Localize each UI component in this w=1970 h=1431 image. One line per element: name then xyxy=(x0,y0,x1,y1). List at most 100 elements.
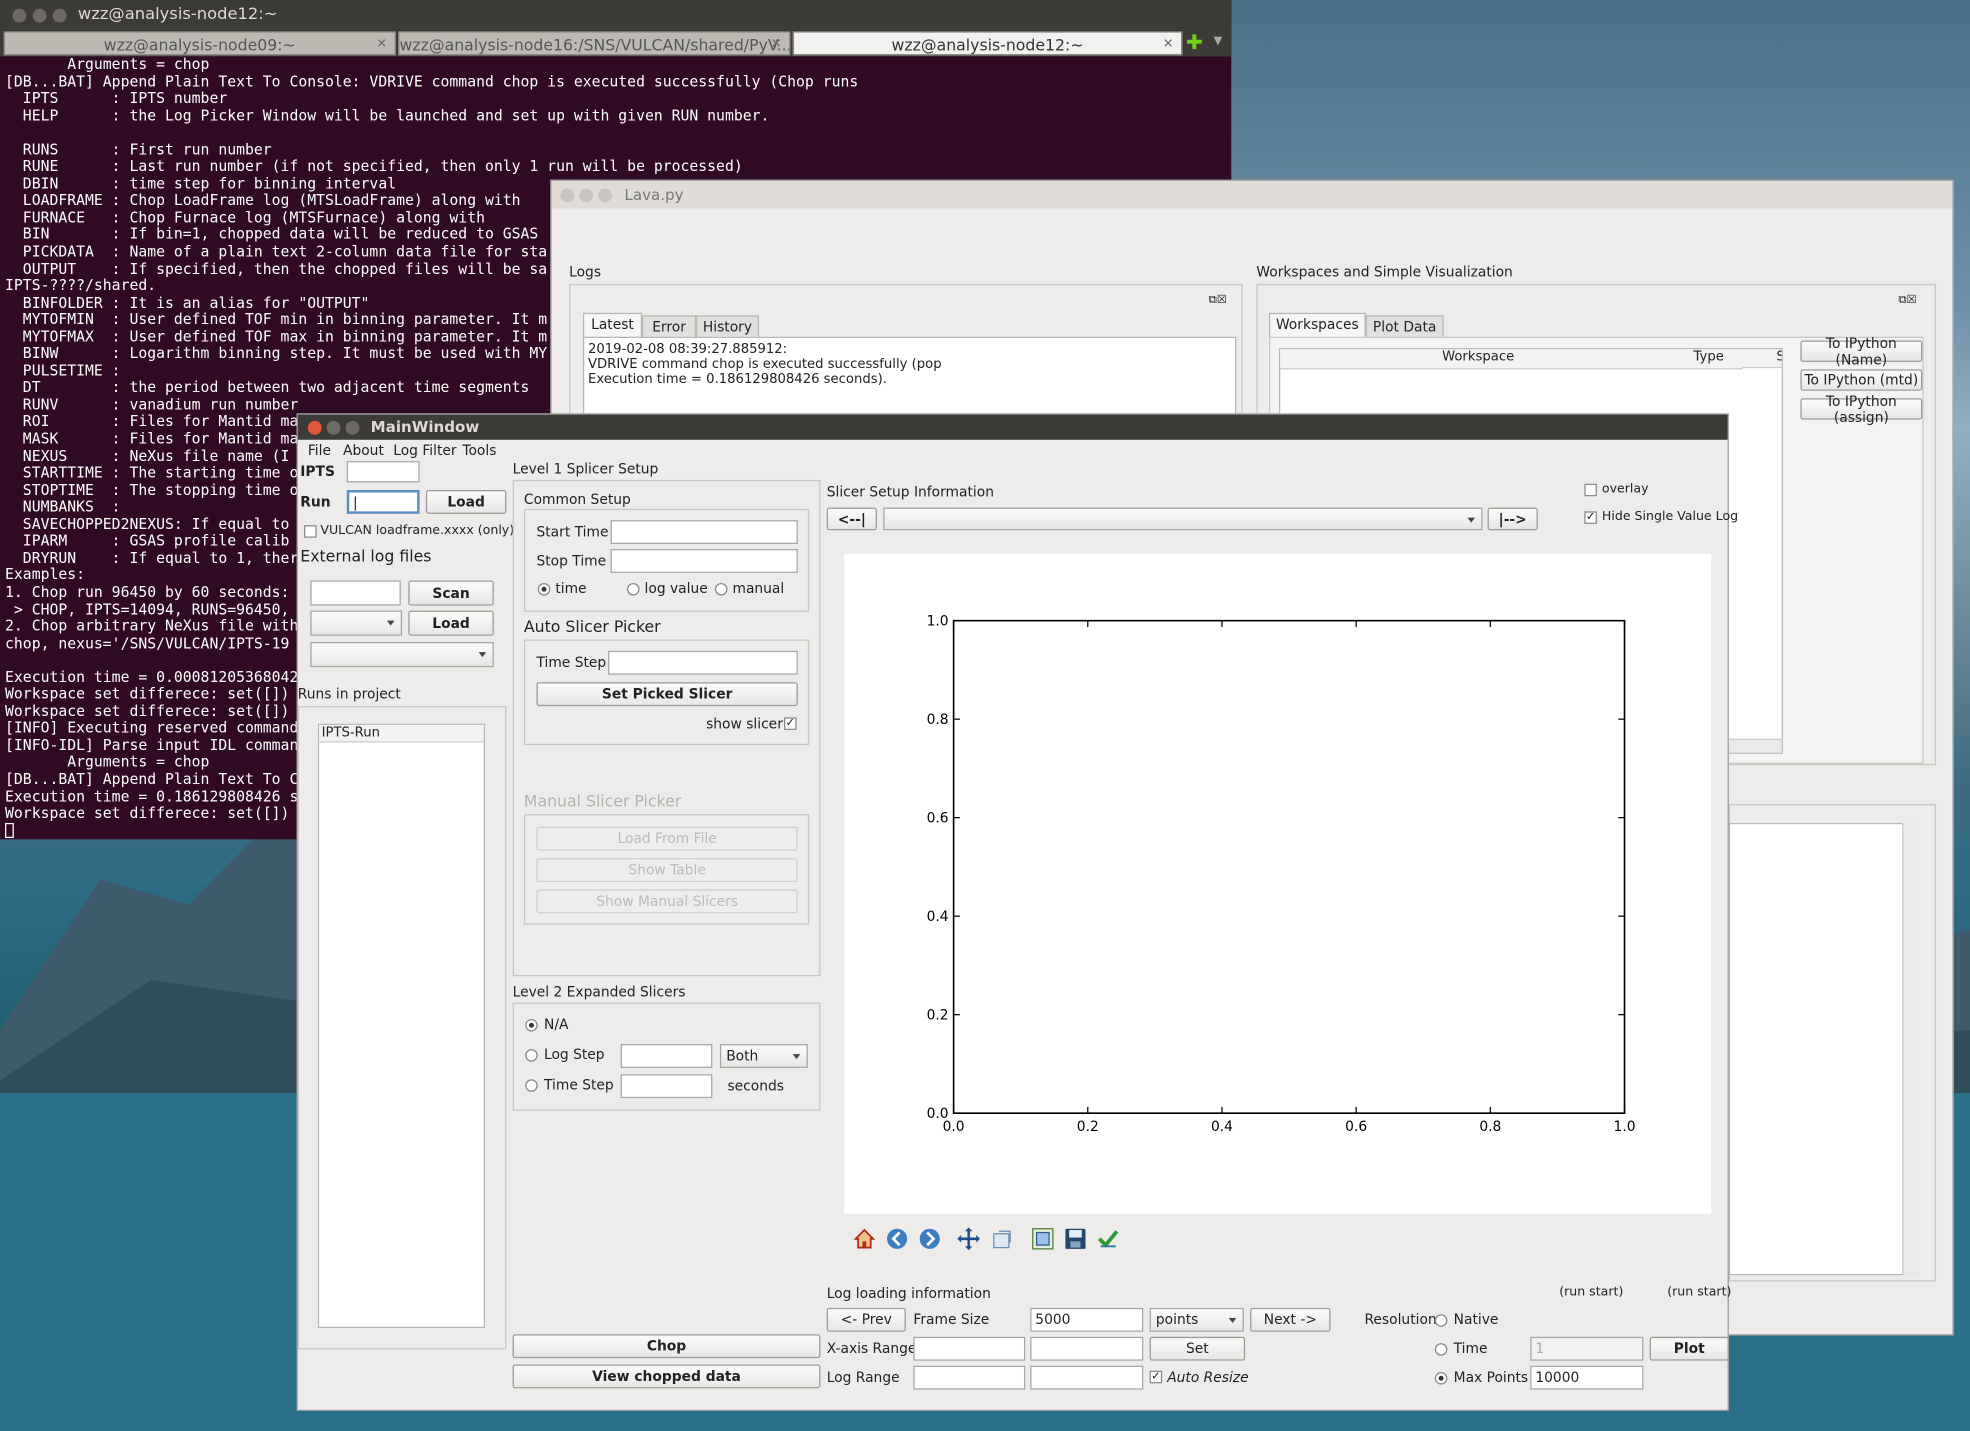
radio-max-points[interactable] xyxy=(1434,1371,1448,1385)
log-range-max-input[interactable] xyxy=(1030,1365,1144,1390)
to-ipython-name-button[interactable]: To IPython (Name) xyxy=(1800,335,1923,367)
chart-svg[interactable]: 0.0 0.2 0.4 0.6 0.8 1.00.00.20.40.60.81.0 xyxy=(844,554,1711,1214)
radio-time-step[interactable] xyxy=(525,1079,538,1092)
points-combo[interactable]: points xyxy=(1149,1307,1244,1332)
load-log-button[interactable]: Load xyxy=(408,610,494,636)
prev-frame-button[interactable]: <- Prev xyxy=(826,1307,906,1332)
minimize-icon[interactable] xyxy=(579,188,594,203)
float-close-icon[interactable]: ⧉☒ xyxy=(1209,294,1227,307)
save-icon[interactable] xyxy=(1064,1228,1087,1251)
vertical-scrollbar[interactable] xyxy=(1902,822,1918,1276)
xrange-min-input[interactable] xyxy=(913,1336,1026,1361)
pan-icon[interactable] xyxy=(957,1227,980,1251)
to-ipython-assign-button[interactable]: To IPython (assign) xyxy=(1800,393,1923,425)
stop-time-input[interactable] xyxy=(610,549,798,573)
radio-native[interactable] xyxy=(1434,1314,1448,1327)
column-ipts-run[interactable]: IPTS-Run xyxy=(319,724,484,743)
terminal-tab-2[interactable]: wzz@analysis-node16:/SNS/VULCAN/shared/P… xyxy=(398,31,791,56)
tab-menu-icon[interactable]: ▼ xyxy=(1214,35,1223,48)
tab-plot-data[interactable]: Plot Data xyxy=(1365,315,1444,337)
runs-tree[interactable]: IPTS-Run xyxy=(317,723,485,1329)
show-slicer-checkbox[interactable]: ✓ xyxy=(783,717,797,730)
maximize-icon[interactable] xyxy=(598,188,612,203)
load-from-file-button[interactable]: Load From File xyxy=(536,826,798,851)
chop-button[interactable]: Chop xyxy=(512,1334,821,1359)
close-icon[interactable] xyxy=(560,188,575,203)
overlay-checkbox[interactable] xyxy=(1584,483,1597,497)
prev-log-button[interactable]: <--| xyxy=(826,507,877,531)
log-select-combo[interactable] xyxy=(310,642,494,668)
time-step2-input[interactable] xyxy=(620,1074,713,1099)
tab-error[interactable]: Error xyxy=(642,315,697,337)
view-chopped-button[interactable]: View chopped data xyxy=(512,1364,821,1389)
log-step-input[interactable] xyxy=(620,1044,713,1068)
vulcan-checkbox[interactable] xyxy=(304,525,317,538)
next-frame-button[interactable]: Next -> xyxy=(1250,1307,1331,1332)
set-picked-slicer-button[interactable]: Set Picked Slicer xyxy=(536,682,798,707)
radio-log-value[interactable] xyxy=(626,582,640,596)
time-step-input[interactable] xyxy=(608,650,798,675)
close-icon[interactable] xyxy=(12,8,27,23)
close-tab-icon[interactable]: ✕ xyxy=(376,33,387,54)
minimize-icon[interactable] xyxy=(326,420,341,435)
plot-button[interactable]: Plot xyxy=(1649,1336,1729,1361)
to-ipython-mtd-button[interactable]: To IPython (mtd) xyxy=(1800,369,1923,391)
ipts-input[interactable] xyxy=(346,461,420,483)
terminal-tab-3[interactable]: wzz@analysis-node12:~ ✕ xyxy=(792,31,1183,56)
start-time-input[interactable] xyxy=(610,520,798,545)
show-table-button[interactable]: Show Table xyxy=(536,858,798,882)
log-range-min-input[interactable] xyxy=(913,1365,1026,1390)
radio-manual[interactable] xyxy=(714,582,728,596)
max-points-input[interactable]: 10000 xyxy=(1530,1365,1644,1390)
column-type[interactable]: Type xyxy=(1676,349,1743,370)
tab-history[interactable]: History xyxy=(696,315,759,337)
close-tab-icon[interactable]: ✕ xyxy=(771,33,782,54)
radio-log-step[interactable] xyxy=(525,1049,538,1062)
radio-time[interactable] xyxy=(537,582,551,596)
time-res-input[interactable]: 1 xyxy=(1530,1336,1644,1361)
check-icon[interactable] xyxy=(1097,1228,1120,1251)
console-area[interactable] xyxy=(1728,822,1918,1276)
menu-file[interactable]: File xyxy=(308,442,331,458)
log-text[interactable]: 2019-02-08 08:39:27.885912: VDRIVE comma… xyxy=(582,336,1237,425)
set-button[interactable]: Set xyxy=(1149,1336,1246,1361)
menu-about[interactable]: About xyxy=(343,442,384,458)
xrange-max-input[interactable] xyxy=(1030,1336,1144,1361)
radio-na[interactable] xyxy=(525,1018,538,1032)
next-log-button[interactable]: |--> xyxy=(1487,507,1538,531)
menu-tools[interactable]: Tools xyxy=(462,442,496,458)
menu-log-filter[interactable]: Log Filter xyxy=(393,442,456,458)
column-s[interactable]: S xyxy=(1741,349,1782,369)
back-icon[interactable] xyxy=(886,1228,909,1251)
external-log-input[interactable] xyxy=(310,580,401,606)
maximize-icon[interactable] xyxy=(345,420,360,435)
column-workspace[interactable]: Workspace xyxy=(1280,349,1678,370)
maximize-icon[interactable] xyxy=(52,8,67,23)
load-button[interactable]: Load xyxy=(425,489,507,514)
show-manual-slicers-button[interactable]: Show Manual Slicers xyxy=(536,889,798,914)
close-icon[interactable] xyxy=(307,420,322,435)
home-icon[interactable] xyxy=(853,1228,876,1251)
hide-single-checkbox[interactable]: ✓ xyxy=(1584,511,1597,524)
plot-canvas[interactable]: 0.0 0.2 0.4 0.6 0.8 1.0 0.0 0.2 0.4 0.6 0.8 1.0 xyxy=(844,554,1712,1214)
new-tab-icon[interactable]: ✚ xyxy=(1186,30,1203,54)
y-tick-label: 0.8 xyxy=(927,712,949,728)
radio-time-res[interactable] xyxy=(1434,1343,1448,1356)
log-name-combo[interactable] xyxy=(883,507,1483,531)
scan-button[interactable]: Scan xyxy=(408,580,494,606)
frame-size-input[interactable]: 5000 xyxy=(1030,1307,1144,1332)
external-log-combo[interactable] xyxy=(310,610,403,636)
both-combo[interactable]: Both xyxy=(719,1044,808,1068)
forward-icon[interactable] xyxy=(918,1228,941,1251)
tab-workspaces[interactable]: Workspaces xyxy=(1268,312,1366,337)
tab-latest[interactable]: Latest xyxy=(582,312,643,337)
minimize-icon[interactable] xyxy=(32,8,47,23)
run-input[interactable]: | xyxy=(346,489,420,514)
zoom-icon[interactable] xyxy=(991,1228,1014,1251)
terminal-tab-1[interactable]: wzz@analysis-node09:~ ✕ xyxy=(3,31,396,56)
auto-resize-checkbox[interactable]: ✓ xyxy=(1149,1370,1163,1384)
close-tab-icon[interactable]: ✕ xyxy=(1163,33,1174,54)
subplots-icon[interactable] xyxy=(1032,1228,1055,1251)
float-close-icon[interactable]: ⧉☒ xyxy=(1898,294,1916,307)
run-start-label-2: (run start) xyxy=(1667,1285,1732,1300)
